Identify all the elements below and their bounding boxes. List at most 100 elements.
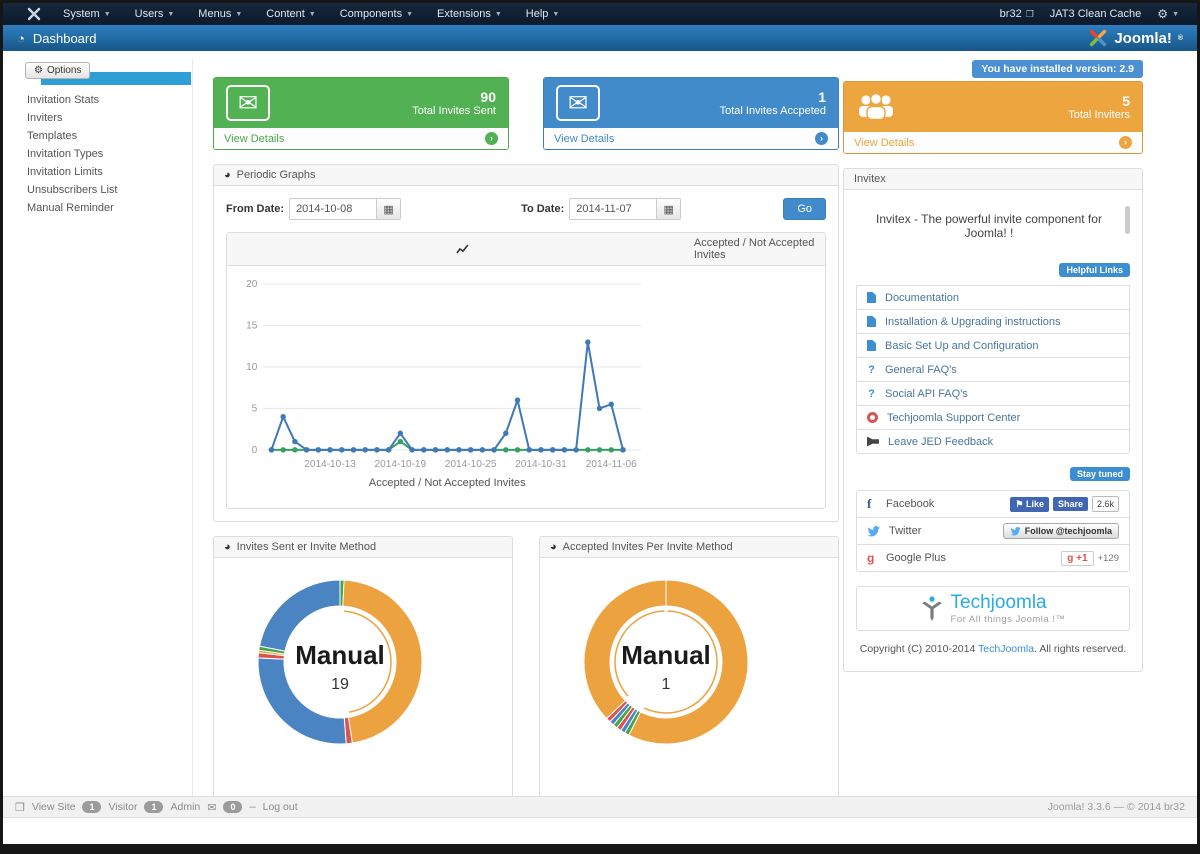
view-details-link[interactable]: View Details › [544,128,838,149]
accepted-invites-donut-chart: Manual 1 [578,574,754,750]
message-count-badge: 0 [223,801,242,813]
clean-cache-link[interactable]: JAT3 Clean Cache [1050,8,1142,20]
techjoomla-logo-box: Techjoomla For All things Joomla !™ [856,586,1130,631]
page-title: Dashboard [33,31,97,46]
chevron-down-icon: ▼ [235,11,242,18]
sidebar-item[interactable]: Invitation Types [11,145,192,163]
top-menu: System▼ Users▼ Menus▼ Content▼ Component… [51,8,571,20]
help-link[interactable]: Installation & Upgrading instructions [856,309,1130,334]
settings-menu[interactable]: ⚙▼ [1157,7,1179,21]
top-menu-bar: System▼ Users▼ Menus▼ Content▼ Component… [3,3,1197,25]
svg-text:1: 1 [662,676,671,693]
chevron-down-icon: ▼ [552,11,559,18]
options-button[interactable]: ⚙ Options [25,62,90,79]
top-bar-right: br32❐ JAT3 Clean Cache ⚙▼ [1000,7,1187,21]
google-plus-count: +129 [1098,553,1119,564]
chevron-down-icon: ▼ [167,11,174,18]
top-menu-item[interactable]: Menus▼ [186,8,254,20]
top-menu-item[interactable]: System▼ [51,8,123,20]
top-menu-item[interactable]: Content▼ [254,8,327,20]
stat-cards-row: ✉ 90 Total Invites Sent View Details › ✉ [213,77,839,150]
calendar-icon[interactable]: ▦ [657,198,681,220]
question-icon: ? [867,364,876,376]
sidebar-item[interactable]: Invitation Limits [11,163,192,181]
techjoomla-name: Techjoomla [951,592,1066,614]
panel-header: ◕ Periodic Graphs [214,165,838,186]
joomla-brand: Joomla!® [1088,28,1183,48]
google-plus-one-button[interactable]: g +1 [1061,551,1093,566]
invites-sent-donut-chart: Manual19 [252,574,428,750]
help-link[interactable]: Techjoomla Support Center [856,405,1130,430]
help-link[interactable]: ? General FAQ's [856,357,1130,382]
content-area: ⚙ Options Invitation Stats Inviters Temp… [3,51,1197,813]
google-plus-row: g Google Plus g +1 +129 [856,544,1130,572]
view-site-link[interactable]: View Site [32,801,76,813]
sidebar-item[interactable]: Unsubscribers List [11,181,192,199]
google-plus-icon: g [867,551,877,565]
stat-card-invites-accepted: ✉ 1 Total Invites Accpeted View Details … [543,77,839,150]
svg-text:2014-10-25: 2014-10-25 [445,459,497,470]
svg-text:Manual: Manual [295,640,385,670]
logout-link[interactable]: Log out [263,801,298,813]
twitter-icon [1010,527,1021,536]
chevron-down-icon: ▼ [1172,11,1179,18]
twitter-follow-button[interactable]: Follow @techjoomla [1003,523,1119,539]
stat-label: Total Invites Accpeted [720,105,826,117]
visitor-label: Visitor [108,801,137,813]
stat-label: Total Invites Sent [412,105,496,117]
techjoomla-link[interactable]: TechJoomla [978,643,1034,655]
invitex-intro-text: Invitex - The powerful invite component … [856,202,1130,254]
stat-value: 5 [1068,93,1130,109]
top-menu-item[interactable]: Users▼ [123,8,187,20]
from-date-input[interactable] [289,198,377,220]
svg-text:20: 20 [246,279,258,290]
donut-panels-row: ◕ Invites Sent er Invite Method Manual19… [213,522,839,813]
sidebar-item[interactable]: Templates [11,127,192,145]
twitter-row: Twitter Follow @techjoomla [856,517,1130,545]
sidebar-item[interactable]: Inviters [11,109,192,127]
megaphone-icon [867,437,879,447]
logout-icon: – [249,801,255,813]
pie-chart-icon: ◕ [224,541,231,553]
techjoomla-tagline: For All things Joomla !™ [951,614,1066,625]
sidebar-nav: Invitation Stats Inviters Templates Invi… [11,91,192,217]
calendar-icon[interactable]: ▦ [377,198,401,220]
accepted-invites-donut-panel: ◕ Accepted Invites Per Invite Method Man… [539,536,839,813]
periodic-graphs-panel: ◕ Periodic Graphs From Date: ▦ To Date: … [213,164,839,522]
right-column: You have installed version: 2.9 5 Total … [843,59,1143,813]
top-menu-item[interactable]: Help▼ [514,8,572,20]
to-date-input[interactable] [569,198,657,220]
facebook-icon: f [867,496,877,512]
techjoomla-figure-icon [921,596,943,622]
top-menu-item[interactable]: Components▼ [328,8,425,20]
pie-chart-icon: ◕ [224,169,231,181]
help-link[interactable]: ? Social API FAQ's [856,381,1130,406]
helpful-links-badge: Helpful Links [1059,263,1130,277]
dashboard-icon: ◔ [17,31,25,46]
view-details-link[interactable]: View Details › [214,128,508,149]
svg-text:Manual: Manual [621,640,711,670]
panel-header: ◕ Invites Sent er Invite Method [214,537,512,558]
facebook-share-button[interactable]: Share [1053,497,1088,511]
joomla-logo-icon [1088,28,1108,48]
facebook-like-button[interactable]: ⚑ Like [1010,497,1049,512]
invitex-panel: Invitex Invitex - The powerful invite co… [843,168,1143,672]
top-menu-item[interactable]: Extensions▼ [425,8,514,20]
question-icon: ? [867,388,876,400]
sidebar: ⚙ Options Invitation Stats Inviters Temp… [11,59,193,813]
user-site-link[interactable]: br32❐ [1000,8,1034,20]
invites-sent-donut-panel: ◕ Invites Sent er Invite Method Manual19 [213,536,513,813]
help-link[interactable]: Documentation [856,285,1130,310]
help-link[interactable]: Leave JED Feedback [856,429,1130,454]
version-badge: You have installed version: 2.9 [972,60,1143,78]
svg-text:2014-11-06: 2014-11-06 [586,459,637,470]
chevron-down-icon: ▼ [406,11,413,18]
view-details-link[interactable]: View Details › [844,132,1142,153]
sidebar-item[interactable]: Invitation Stats [11,91,192,109]
sidebar-item[interactable]: Manual Reminder [11,199,192,217]
go-button[interactable]: Go [783,198,826,220]
to-date-label: To Date: [521,203,564,215]
chevron-down-icon: ▼ [495,11,502,18]
help-link[interactable]: Basic Set Up and Configuration [856,333,1130,358]
scrollbar-thumb[interactable] [1125,206,1130,234]
